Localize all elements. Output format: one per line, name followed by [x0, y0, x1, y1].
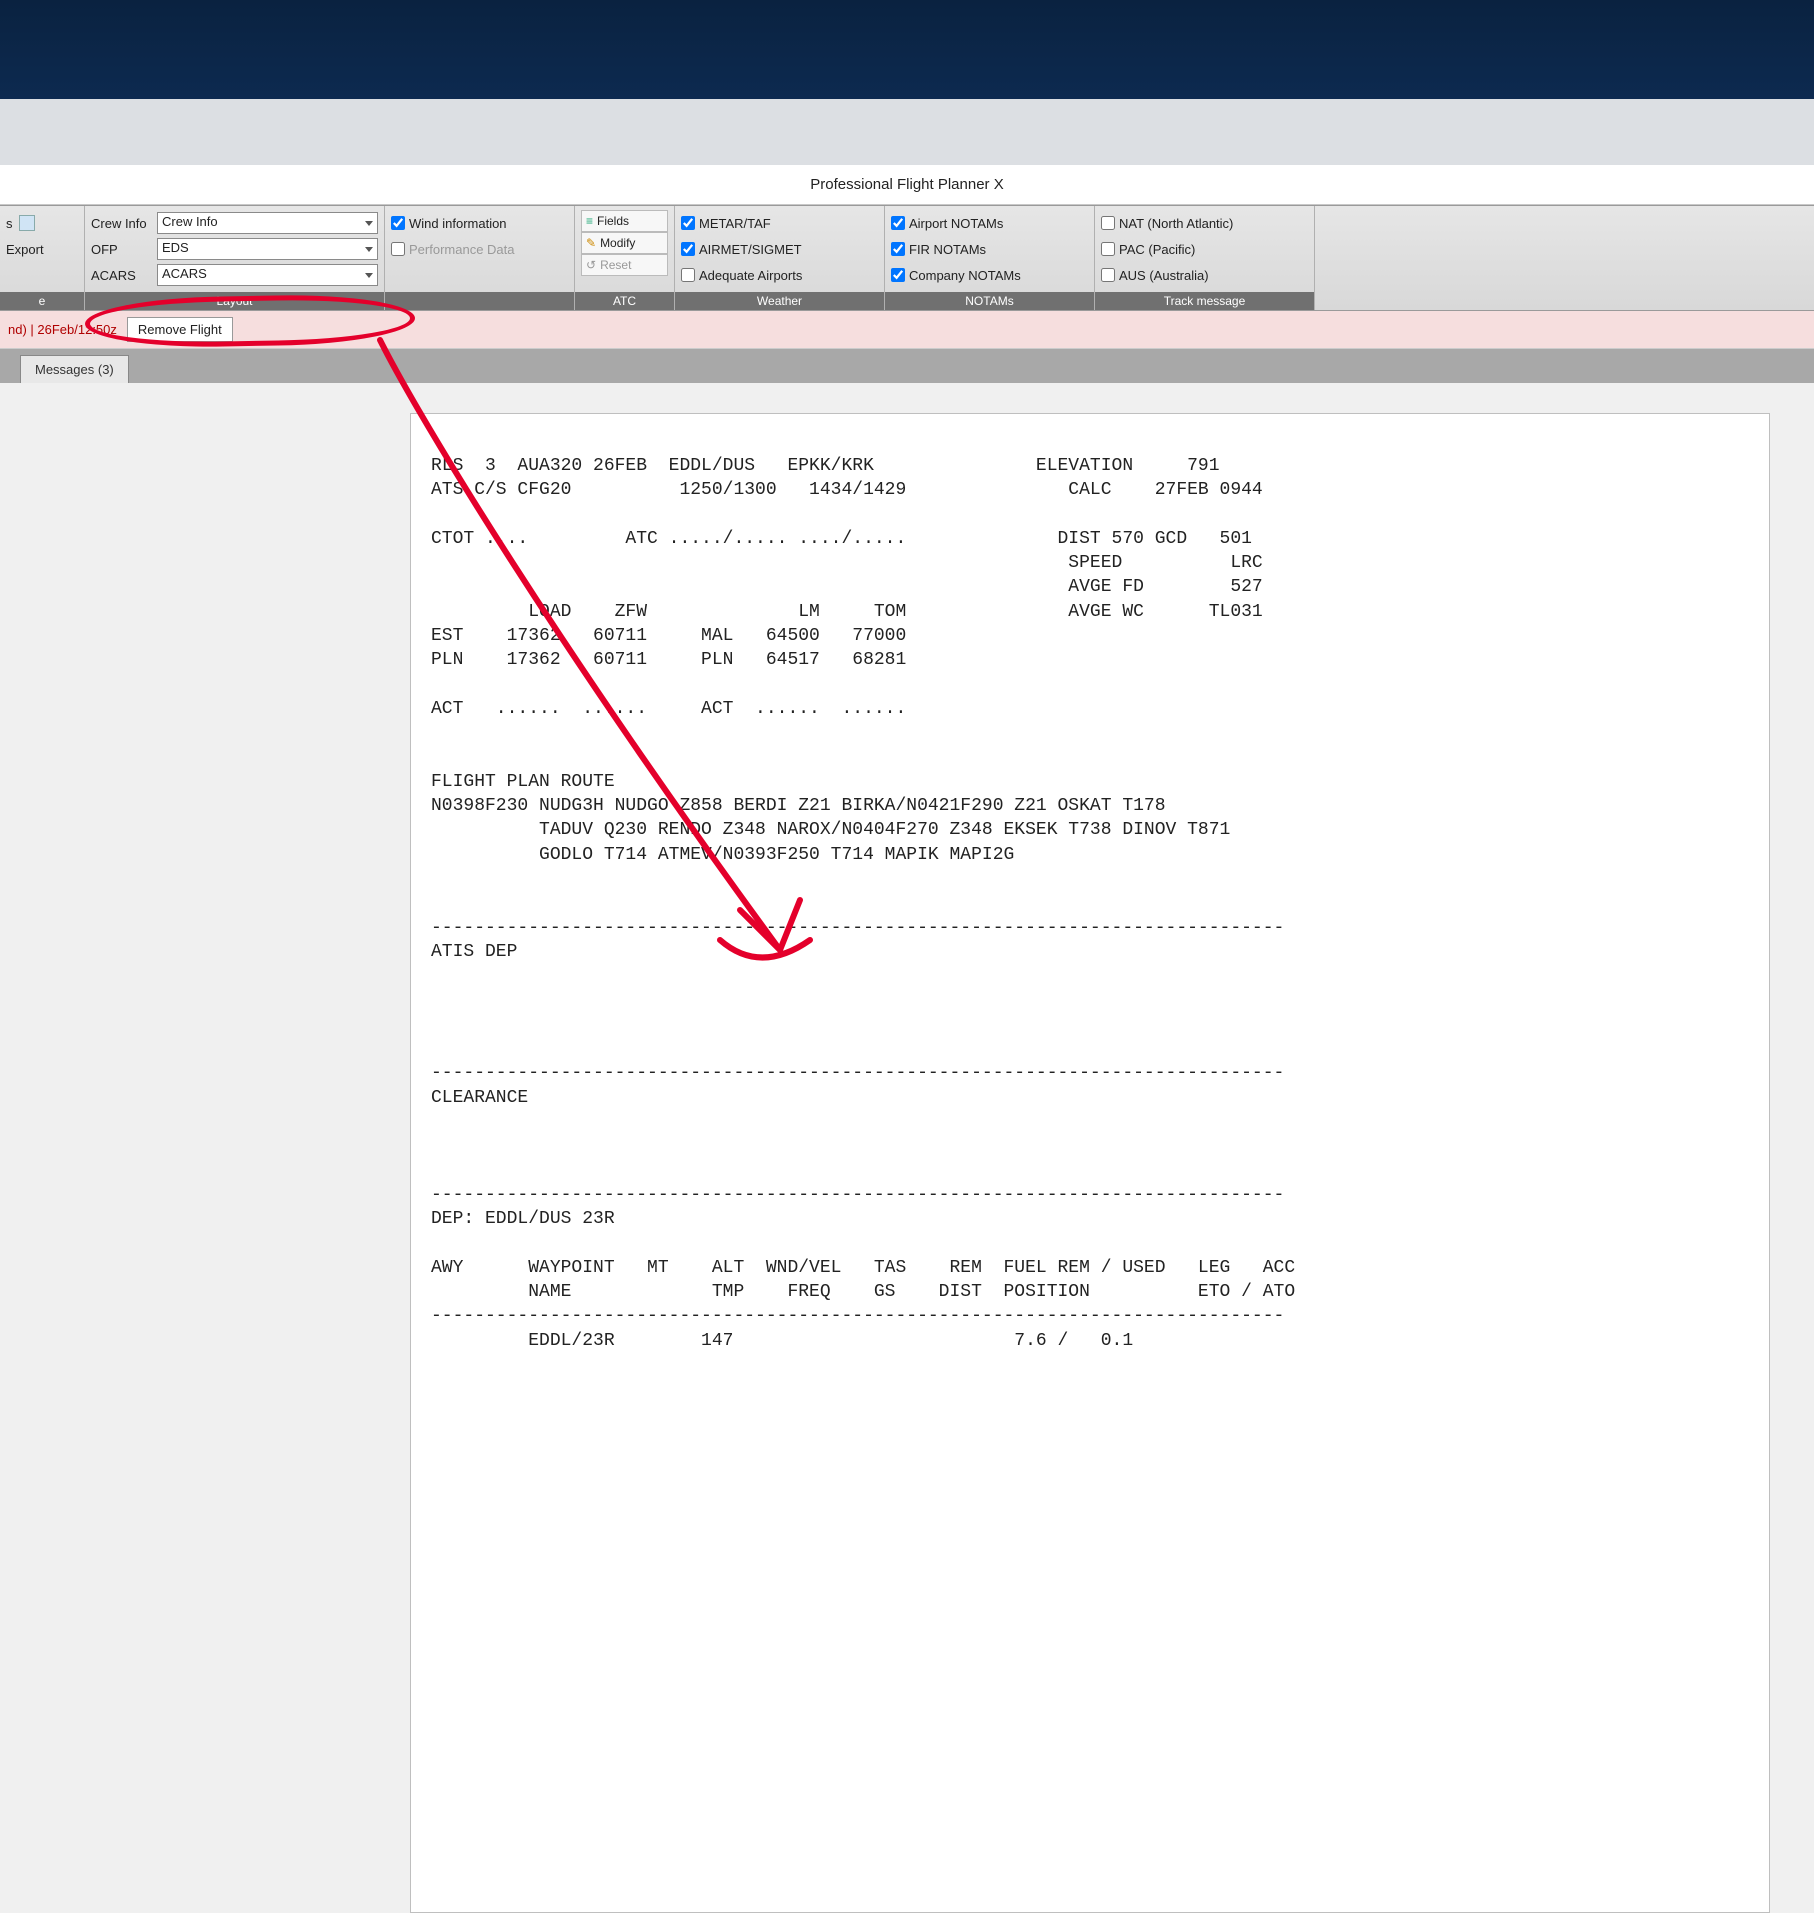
tab-messages[interactable]: Messages (3)	[20, 355, 129, 383]
fields-button[interactable]: ≡Fields	[581, 210, 668, 232]
flight-status-text: nd) | 26Feb/12:50z	[8, 322, 117, 337]
ofp-document[interactable]: RLS 3 AUA320 26FEB EDDL/DUS EPKK/KRK ELE…	[410, 413, 1770, 1913]
fir-notams-checkbox[interactable]: FIR NOTAMs	[891, 236, 1088, 262]
company-notams-checkbox[interactable]: Company NOTAMs	[891, 262, 1088, 288]
ribbon: s Export e Crew Info Crew Info	[0, 205, 1814, 311]
adequate-airports-checkbox[interactable]: Adequate Airports	[681, 262, 878, 288]
reset-icon: ↺	[586, 258, 596, 272]
group-title-layout: Layout	[85, 292, 384, 310]
ribbon-group-atc: ≡Fields ✎Modify ↺Reset ATC	[575, 206, 675, 310]
crew-info-label: Crew Info	[91, 216, 151, 231]
ribbon-group-stub: s Export e	[0, 206, 85, 310]
title-bar: Professional Flight Planner X	[0, 165, 1814, 205]
group-title-notams: NOTAMs	[885, 292, 1094, 310]
airmet-sigmet-checkbox[interactable]: AIRMET/SIGMET	[681, 236, 878, 262]
acars-combo[interactable]: ACARS	[157, 264, 378, 286]
window-chrome-top	[0, 0, 1814, 165]
ribbon-group-weather: METAR/TAF AIRMET/SIGMET Adequate Airport…	[675, 206, 885, 310]
fields-icon: ≡	[586, 214, 593, 228]
group-title-weather: Weather	[675, 292, 884, 310]
stub-s: s	[6, 216, 13, 231]
pac-checkbox[interactable]: PAC (Pacific)	[1101, 236, 1308, 262]
wind-information-checkbox[interactable]: Wind information	[391, 210, 568, 236]
ribbon-group-track: NAT (North Atlantic) PAC (Pacific) AUS (…	[1095, 206, 1315, 310]
app-title: Professional Flight Planner X	[810, 176, 1003, 193]
aus-checkbox[interactable]: AUS (Australia)	[1101, 262, 1308, 288]
group-title-atc: ATC	[575, 292, 674, 310]
metar-taf-checkbox[interactable]: METAR/TAF	[681, 210, 878, 236]
export-label[interactable]: Export	[6, 242, 44, 257]
flight-status-bar: nd) | 26Feb/12:50z Remove Flight	[0, 311, 1814, 349]
modify-button[interactable]: ✎Modify	[581, 232, 668, 254]
nat-checkbox[interactable]: NAT (North Atlantic)	[1101, 210, 1308, 236]
remove-flight-button[interactable]: Remove Flight	[127, 317, 233, 342]
pencil-icon: ✎	[586, 236, 596, 250]
ofp-label: OFP	[91, 242, 151, 257]
ribbon-group-layout: Crew Info Crew Info OFP EDS ACARS ACARS …	[85, 206, 385, 310]
ribbon-group-wind: Wind information Performance Data	[385, 206, 575, 310]
reset-button[interactable]: ↺Reset	[581, 254, 668, 276]
content-area: RLS 3 AUA320 26FEB EDDL/DUS EPKK/KRK ELE…	[0, 383, 1814, 1913]
airport-notams-checkbox[interactable]: Airport NOTAMs	[891, 210, 1088, 236]
ribbon-group-notams: Airport NOTAMs FIR NOTAMs Company NOTAMs…	[885, 206, 1095, 310]
crew-info-combo[interactable]: Crew Info	[157, 212, 378, 234]
tab-strip: Messages (3)	[0, 349, 1814, 383]
ofp-combo[interactable]: EDS	[157, 238, 378, 260]
group-title-track: Track message	[1095, 292, 1314, 310]
group-title-e: e	[0, 292, 84, 310]
performance-data-checkbox[interactable]: Performance Data	[391, 236, 568, 262]
group-title-blank1	[385, 292, 574, 310]
left-gutter	[0, 383, 410, 1913]
new-doc-icon[interactable]	[19, 215, 35, 231]
acars-label: ACARS	[91, 268, 151, 283]
